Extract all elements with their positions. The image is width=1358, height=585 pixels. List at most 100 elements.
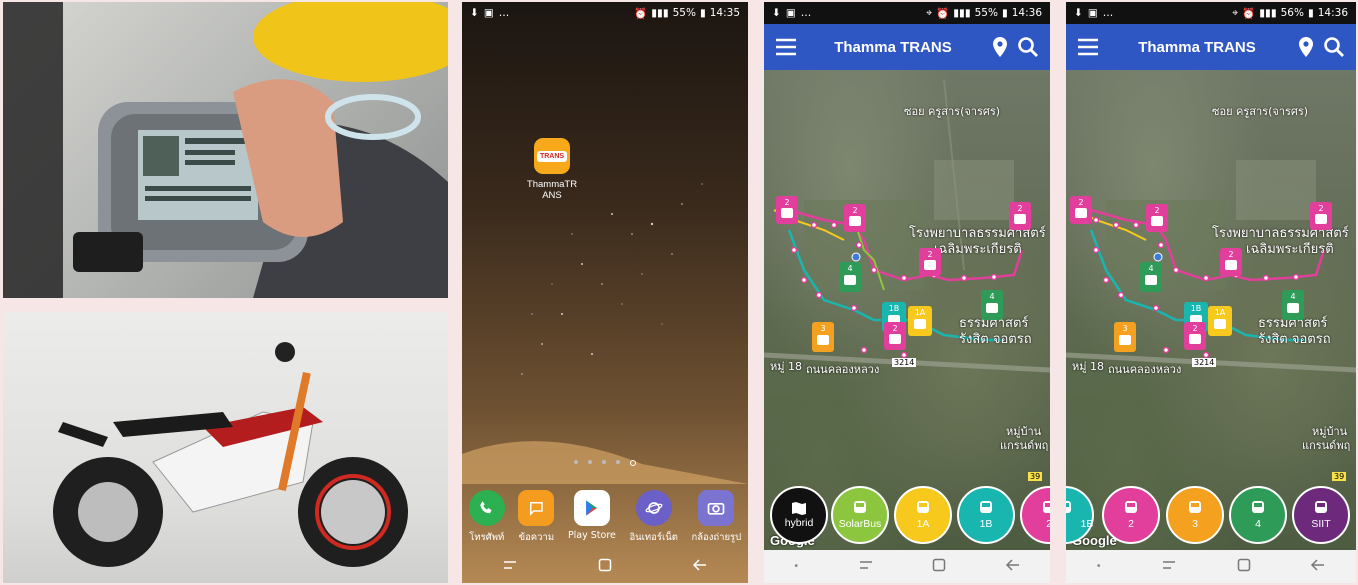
home-icon[interactable]: [1237, 557, 1251, 576]
search-icon[interactable]: [1320, 33, 1348, 61]
app-bar: Thamma TRANS: [1066, 24, 1356, 70]
route-button-solarbus[interactable]: SolarBus: [831, 486, 889, 544]
search-icon[interactable]: [1014, 33, 1042, 61]
signal-icon: ▮▮▮: [651, 7, 669, 19]
bus-marker-route-2[interactable]: 2: [1310, 202, 1332, 234]
gps-device-illustration: [3, 2, 448, 298]
battery-icon: ▮: [699, 7, 706, 19]
route-overlay: [764, 79, 1050, 373]
phone-map-screen-1: ⬇ ▣ … ⌖ ⏰ ▮▮▮ 55% ▮ 14:36 Thamma TRANS ซ…: [764, 2, 1050, 583]
dock-item-camera[interactable]: กล้องถ่ายรูป: [691, 490, 741, 545]
bus-marker-route-2[interactable]: 2: [1009, 202, 1031, 234]
home-icon[interactable]: [932, 557, 946, 576]
bus-marker-route-2[interactable]: 2: [1220, 248, 1242, 280]
map-view[interactable]: ซอย ครูสาร(จารศร) โรงพยาบาลธรรมศาสตร์ เฉ…: [764, 70, 1050, 552]
internet-icon: [635, 490, 672, 526]
status-bar: ⬇ ▣ … ⌖ ⏰ ▮▮▮ 56% ▮ 14:36: [1066, 2, 1356, 24]
bus-marker-route-3[interactable]: 3: [1114, 322, 1136, 356]
bus-marker-route-2[interactable]: 2: [1184, 322, 1206, 354]
bus-marker-route-1a[interactable]: 1A: [1208, 306, 1232, 340]
dock-item-internet[interactable]: อินเทอร์เน็ต: [629, 490, 678, 545]
play-store-icon: [573, 490, 610, 526]
route-button-2[interactable]: 2: [1102, 486, 1160, 544]
map-pin-icon[interactable]: [986, 33, 1014, 61]
bus-marker-route-2[interactable]: 2: [776, 196, 798, 228]
alarm-icon: ⏰: [936, 7, 950, 20]
svg-text:2: 2: [1154, 206, 1159, 215]
bus-marker-route-2[interactable]: 2: [1146, 204, 1168, 236]
nav-bar: •: [764, 550, 1050, 583]
bus-marker-route-3[interactable]: 3: [812, 322, 834, 356]
back-icon[interactable]: [1310, 557, 1326, 576]
svg-text:2: 2: [852, 206, 857, 215]
message-icon: [518, 490, 555, 526]
camera-icon: [698, 490, 735, 526]
map-pin-icon[interactable]: [1292, 33, 1320, 61]
location-icon: ⌖: [1232, 6, 1239, 19]
bus-marker-route-4[interactable]: 4: [839, 262, 861, 296]
bus-marker-route-2[interactable]: 2: [884, 322, 906, 354]
dock-item-phone[interactable]: โทรศัพท์: [468, 490, 505, 545]
svg-text:1A: 1A: [1215, 308, 1226, 317]
bus-marker-route-2[interactable]: 2: [1070, 196, 1092, 228]
phone-home-screen: ⬇ ▣ … ⏰ ▮▮▮ 55% ▮ 14:35 TRANS ThammaTR A…: [462, 2, 748, 583]
dock-item-play-store[interactable]: Play Store: [568, 490, 616, 545]
menu-icon[interactable]: [772, 33, 800, 61]
download-icon: ⬇: [1074, 7, 1083, 19]
image-icon: ▣: [1087, 7, 1098, 19]
battery-icon: ▮: [1307, 7, 1314, 19]
svg-text:1B: 1B: [889, 304, 900, 313]
map-view[interactable]: ซอย ครูสาร(จารศร) โรงพยาบาลธรรมศาสตร์ เฉ…: [1066, 70, 1356, 552]
image-icon: ▣: [483, 7, 494, 19]
clock: 14:35: [709, 7, 740, 19]
route-button-1a[interactable]: 1A: [894, 486, 952, 544]
svg-text:2: 2: [892, 324, 897, 333]
wallpaper-stars: [462, 183, 748, 484]
app-title: Thamma TRANS: [1138, 38, 1256, 56]
menu-icon[interactable]: [1074, 33, 1102, 61]
phone-icon: [468, 490, 505, 526]
route-button-3[interactable]: 3: [1166, 486, 1224, 544]
nav-dot-icon: •: [1095, 561, 1102, 572]
app-bar: Thamma TRANS: [764, 24, 1050, 70]
bus-marker-route-4[interactable]: 4: [1140, 262, 1162, 296]
page-indicator: [462, 460, 748, 466]
clock: 14:36: [1317, 7, 1348, 19]
route-button-2[interactable]: 2: [1020, 486, 1050, 544]
route-button-hybrid[interactable]: hybrid: [770, 486, 828, 544]
svg-text:3: 3: [820, 324, 825, 333]
nav-bar: [462, 550, 748, 583]
bus-marker-route-1a[interactable]: 1A: [908, 306, 932, 340]
recent-apps-icon[interactable]: [502, 557, 518, 576]
svg-text:2: 2: [927, 250, 932, 259]
svg-text:2: 2: [1318, 204, 1323, 213]
location-icon: ⌖: [926, 6, 933, 19]
svg-text:2: 2: [1192, 324, 1197, 333]
recent-apps-icon[interactable]: [1161, 557, 1177, 576]
dock-item-messages[interactable]: ข้อความ: [518, 490, 555, 545]
route-button-bar: 1B 2 3 4 SIIT: [1066, 486, 1356, 552]
alarm-icon: ⏰: [1242, 7, 1256, 20]
bus-marker-route-4[interactable]: 4: [981, 290, 1003, 324]
route-button-4[interactable]: 4: [1229, 486, 1287, 544]
battery-level: 55%: [672, 7, 696, 19]
bus-icon: [854, 501, 866, 513]
back-icon[interactable]: [692, 557, 708, 576]
back-icon[interactable]: [1005, 557, 1021, 576]
signal-icon: ▮▮▮: [953, 7, 971, 19]
route-button-bar: hybrid SolarBus 1A 1B 2: [764, 486, 1050, 552]
bus-icon: [1315, 501, 1327, 513]
home-icon[interactable]: [598, 557, 612, 576]
route-button-siit[interactable]: SIIT: [1292, 486, 1350, 544]
bus-marker-route-4[interactable]: 4: [1282, 290, 1304, 324]
route-button-1b[interactable]: 1B: [1066, 486, 1094, 544]
bus-marker-route-2[interactable]: 2: [919, 248, 941, 280]
bus-marker-route-2[interactable]: 2: [844, 204, 866, 236]
status-bar: ⬇ ▣ … ⏰ ▮▮▮ 55% ▮ 14:35: [462, 2, 748, 24]
bus-icon: [1043, 501, 1050, 513]
recent-apps-icon[interactable]: [858, 557, 874, 576]
route-button-1b[interactable]: 1B: [957, 486, 1015, 544]
bus-icon: [1252, 501, 1264, 513]
app-icon-thammatrans[interactable]: TRANS ThammaTR ANS: [522, 138, 582, 201]
map-icon: [792, 502, 806, 515]
